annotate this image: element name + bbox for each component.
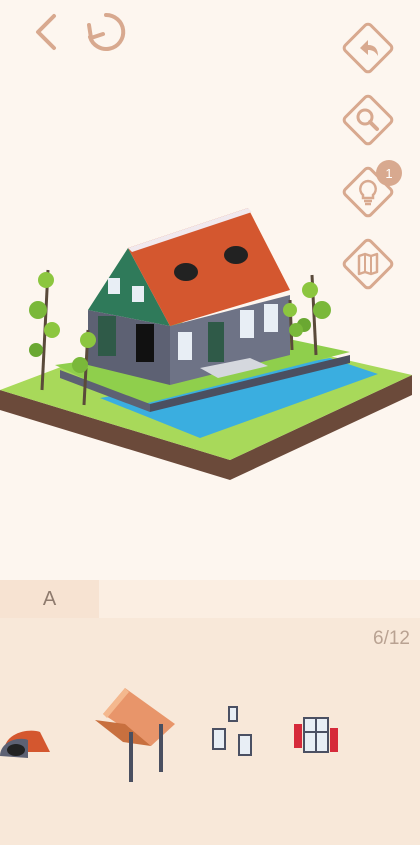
house-door — [98, 316, 116, 356]
house-window — [178, 332, 192, 360]
isometric-house-island[interactable] — [0, 160, 420, 490]
piece-tab-bar: A — [0, 580, 420, 618]
roof-dormer — [174, 263, 198, 281]
restart-icon — [87, 12, 126, 51]
house-opening — [136, 324, 154, 362]
roof-dormer-icon — [0, 730, 50, 758]
gable-window — [132, 286, 144, 302]
house-window — [240, 310, 254, 338]
house-door — [208, 322, 224, 362]
undo-icon — [342, 22, 394, 74]
progress-counter: 6/12 — [373, 628, 410, 649]
zoom-button[interactable] — [338, 90, 398, 150]
gable-window — [108, 278, 120, 294]
magnifier-icon — [342, 94, 394, 146]
roof-dormer-piece[interactable] — [0, 722, 56, 769]
porch-canopy-icon — [95, 688, 175, 782]
red-shutter-window-icon — [294, 717, 338, 753]
windows-piece[interactable] — [210, 704, 260, 769]
restart-button[interactable] — [82, 8, 130, 56]
windows-icon — [212, 706, 252, 756]
red-shutter-window-piece[interactable] — [292, 710, 340, 765]
undo-button[interactable] — [338, 18, 398, 78]
house-window — [264, 304, 278, 332]
back-button[interactable] — [22, 8, 70, 56]
roof-dormer — [224, 246, 248, 264]
chevron-left-icon — [36, 14, 56, 50]
tab-a[interactable]: A — [0, 580, 99, 618]
porch-canopy-piece[interactable] — [95, 684, 177, 789]
